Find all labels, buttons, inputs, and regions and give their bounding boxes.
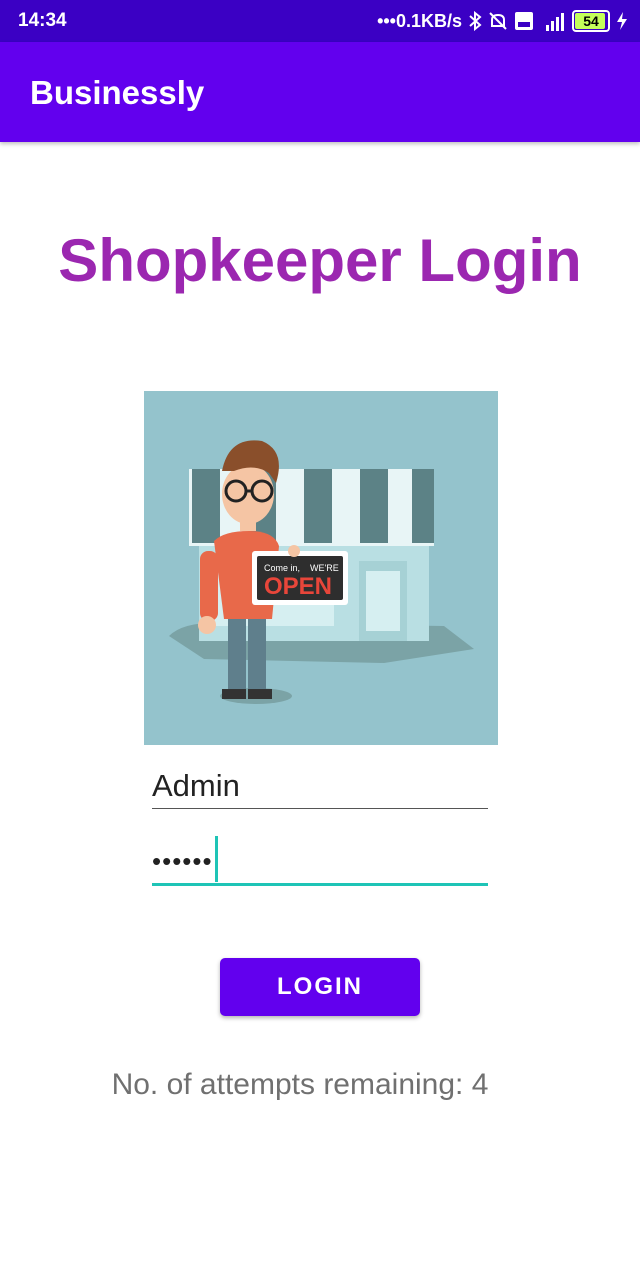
- text-cursor: [214, 836, 218, 882]
- page-title: Shopkeeper Login: [58, 227, 582, 294]
- volte-icon: [515, 12, 533, 30]
- username-value: Admin: [152, 768, 240, 803]
- charging-icon: [617, 12, 627, 30]
- signal-4g-icon: [546, 13, 564, 31]
- username-field[interactable]: Admin: [152, 764, 488, 809]
- shopkeeper-illustration: Come in, WE'RE OPEN: [144, 391, 498, 745]
- sign-text-open: OPEN: [264, 573, 332, 600]
- status-icons: •••0.1KB/s 54: [377, 8, 628, 34]
- app-title: Businessly: [30, 74, 205, 111]
- login-button[interactable]: LOGIN: [220, 958, 420, 1016]
- sign-text-were: WE'RE: [310, 563, 339, 573]
- password-value: ••••••: [152, 845, 213, 876]
- app-bar: Businessly: [0, 42, 640, 142]
- battery-level: 54: [583, 13, 599, 29]
- status-time: 14:34: [18, 10, 67, 31]
- network-speed: •••0.1KB/s: [377, 10, 462, 31]
- password-field[interactable]: ••••••: [152, 836, 488, 886]
- battery-icon: 54: [572, 10, 610, 32]
- sign-text-come-in: Come in,: [264, 563, 300, 573]
- shop-illustration-svg: Come in, WE'RE OPEN: [169, 440, 474, 704]
- attempts-remaining-text: No. of attempts remaining: 4: [111, 1068, 489, 1101]
- bluetooth-icon: [469, 11, 482, 31]
- status-bar: 14:34 •••0.1KB/s 54: [0, 0, 640, 42]
- silent-icon: [489, 12, 507, 30]
